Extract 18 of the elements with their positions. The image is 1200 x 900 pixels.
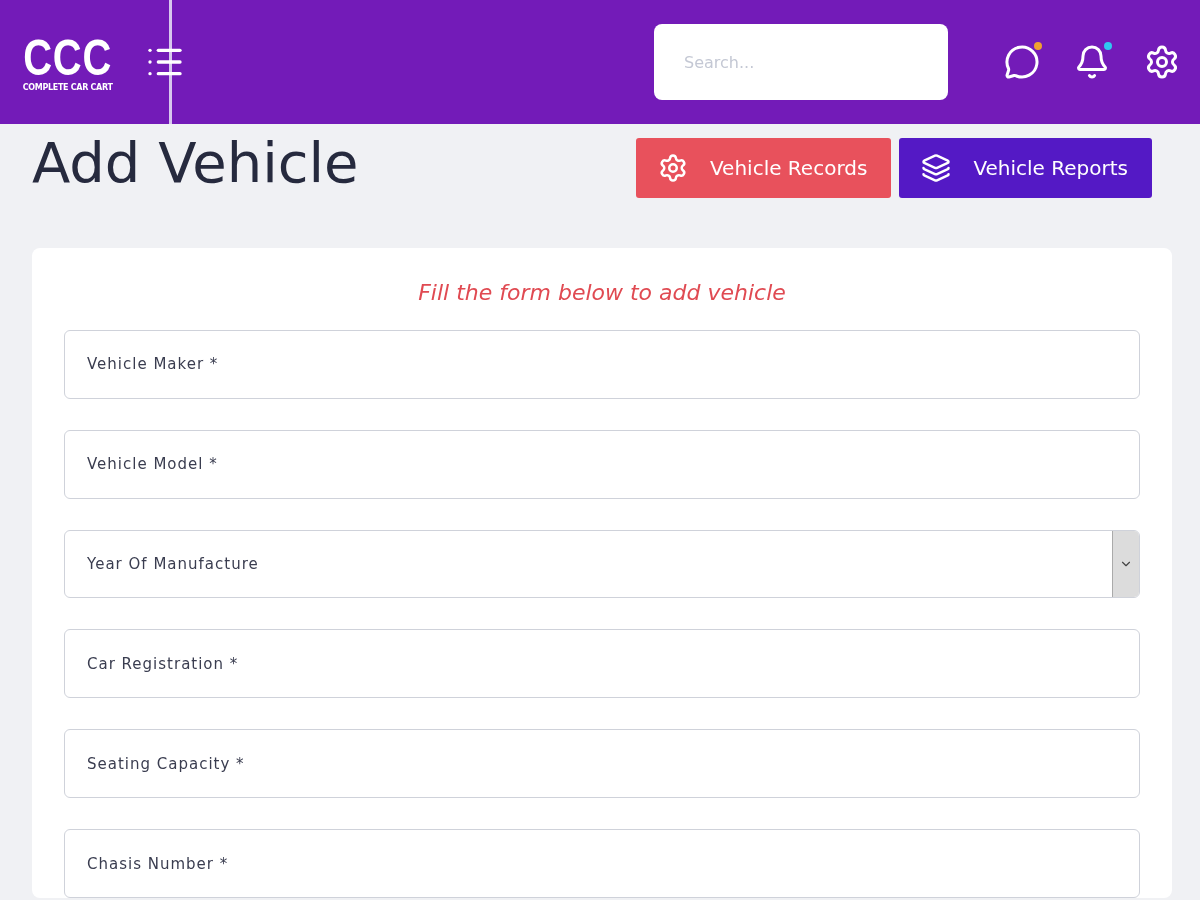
layers-icon bbox=[921, 153, 952, 183]
input-field[interactable]: Chasis Number * bbox=[64, 829, 1140, 898]
input-field[interactable]: Seating Capacity * bbox=[64, 729, 1140, 799]
form-subtitle: Fill the form below to add vehicle bbox=[417, 280, 787, 305]
caret-icon bbox=[1112, 530, 1139, 598]
search-field[interactable]: Search... bbox=[654, 24, 948, 100]
settings-icon[interactable] bbox=[1144, 44, 1180, 80]
nav-button[interactable]: Vehicle Records bbox=[636, 138, 892, 198]
select-field[interactable]: Year Of Manufacture bbox=[64, 529, 1140, 599]
gear-icon bbox=[658, 153, 688, 183]
logo: CCC COMPLETE CAR CART bbox=[21, 32, 114, 92]
input-field[interactable]: Vehicle Model * bbox=[64, 429, 1140, 499]
input-field[interactable]: Vehicle Maker * bbox=[64, 330, 1140, 399]
page-title: Add Vehicle bbox=[32, 130, 359, 195]
bell-icon[interactable] bbox=[1074, 44, 1110, 80]
input-field[interactable]: Car Registration * bbox=[64, 629, 1140, 699]
chat-icon[interactable] bbox=[1004, 44, 1040, 80]
nav-button[interactable]: Vehicle Reports bbox=[899, 138, 1152, 198]
